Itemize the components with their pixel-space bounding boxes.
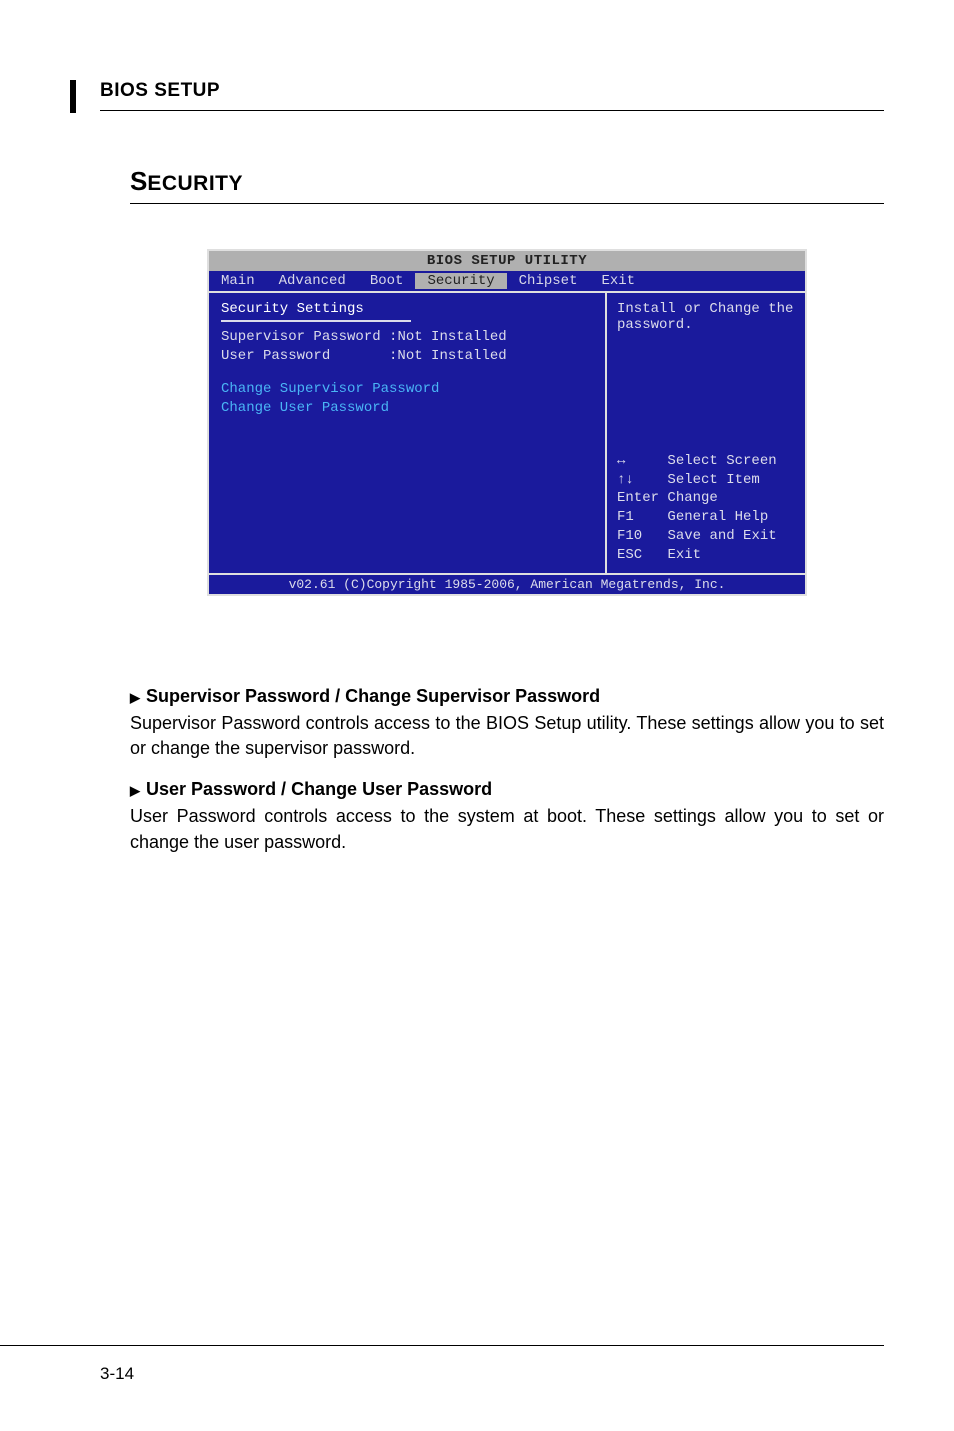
bios-key-action: Change bbox=[667, 490, 717, 506]
bios-row-supervisor: Supervisor Password :Not Installed bbox=[221, 328, 593, 347]
bios-row-user: User Password :Not Installed bbox=[221, 347, 593, 366]
bios-row-value: :Not Installed bbox=[389, 329, 507, 345]
bios-divider bbox=[221, 320, 411, 322]
bios-key-action: Exit bbox=[667, 547, 701, 563]
bios-row-value: :Not Installed bbox=[389, 348, 507, 364]
bios-key-row: F10 Save and Exit bbox=[617, 527, 795, 546]
bios-footer: v02.61 (C)Copyright 1985-2006, American … bbox=[209, 573, 805, 594]
bios-tab-chipset: Chipset bbox=[507, 273, 590, 289]
item-heading-text: User Password / Change User Password bbox=[146, 779, 492, 799]
bios-tabs: Main Advanced Boot Security Chipset Exit bbox=[209, 271, 805, 293]
bios-key: ESC bbox=[617, 547, 642, 563]
bios-tab-security: Security bbox=[415, 273, 506, 289]
bios-left-panel: Security Settings Supervisor Password :N… bbox=[209, 293, 605, 573]
bios-key-action: General Help bbox=[667, 509, 768, 525]
bios-title-bar: BIOS SETUP UTILITY bbox=[209, 251, 805, 271]
bios-screenshot: BIOS SETUP UTILITY Main Advanced Boot Se… bbox=[207, 249, 807, 596]
bios-option-change-supervisor: Change Supervisor Password bbox=[221, 380, 593, 399]
section-title-suffix: ECURITY bbox=[147, 172, 243, 195]
item-heading-text: Supervisor Password / Change Supervisor … bbox=[146, 686, 600, 706]
page-number: 3-14 bbox=[100, 1364, 134, 1384]
bios-key-legend: ↔ Select Screen ↑↓ Select Item Enter Cha… bbox=[617, 452, 795, 565]
item-desc-supervisor: Supervisor Password controls access to t… bbox=[130, 711, 884, 761]
bios-key-row: ↑↓ Select Item bbox=[617, 471, 795, 490]
bios-key-action: Select Screen bbox=[667, 453, 776, 469]
bios-tab-exit: Exit bbox=[589, 273, 647, 289]
bios-row-label: Supervisor Password bbox=[221, 329, 381, 345]
bios-key-action: Save and Exit bbox=[667, 528, 776, 544]
bios-key-row: Enter Change bbox=[617, 489, 795, 508]
bios-key-row: F1 General Help bbox=[617, 508, 795, 527]
bios-key: ↑↓ bbox=[617, 472, 634, 488]
triangle-bullet-icon: ▶ bbox=[130, 690, 140, 706]
bios-row-label: User Password bbox=[221, 348, 330, 364]
page-header: BIOS SETUP bbox=[100, 80, 884, 110]
bios-help-text: Install or Change the password. bbox=[617, 301, 795, 333]
triangle-bullet-icon: ▶ bbox=[130, 783, 140, 799]
item-heading-user: ▶ User Password / Change User Password bbox=[130, 779, 884, 800]
bios-option-change-user: Change User Password bbox=[221, 399, 593, 418]
section-title: SECURITY bbox=[130, 166, 884, 204]
bios-key: F10 bbox=[617, 528, 642, 544]
bios-tab-advanced: Advanced bbox=[267, 273, 358, 289]
item-desc-user: User Password controls access to the sys… bbox=[130, 804, 884, 854]
bios-key-action: Select Item bbox=[667, 472, 759, 488]
bios-key: F1 bbox=[617, 509, 634, 525]
bios-tab-boot: Boot bbox=[358, 273, 416, 289]
bios-right-panel: Install or Change the password. ↔ Select… bbox=[605, 293, 805, 573]
bios-key-row: ESC Exit bbox=[617, 546, 795, 565]
header-vertical-bar bbox=[70, 80, 76, 113]
section-title-prefix: S bbox=[130, 166, 147, 196]
footer-divider bbox=[0, 1345, 884, 1346]
item-heading-supervisor: ▶ Supervisor Password / Change Supervisor… bbox=[130, 686, 884, 707]
bios-key-row: ↔ Select Screen bbox=[617, 452, 795, 471]
bios-section-heading: Security Settings bbox=[221, 301, 593, 320]
bios-key: ↔ bbox=[617, 453, 625, 469]
bios-tab-main: Main bbox=[209, 273, 267, 289]
bios-key: Enter bbox=[617, 490, 659, 506]
